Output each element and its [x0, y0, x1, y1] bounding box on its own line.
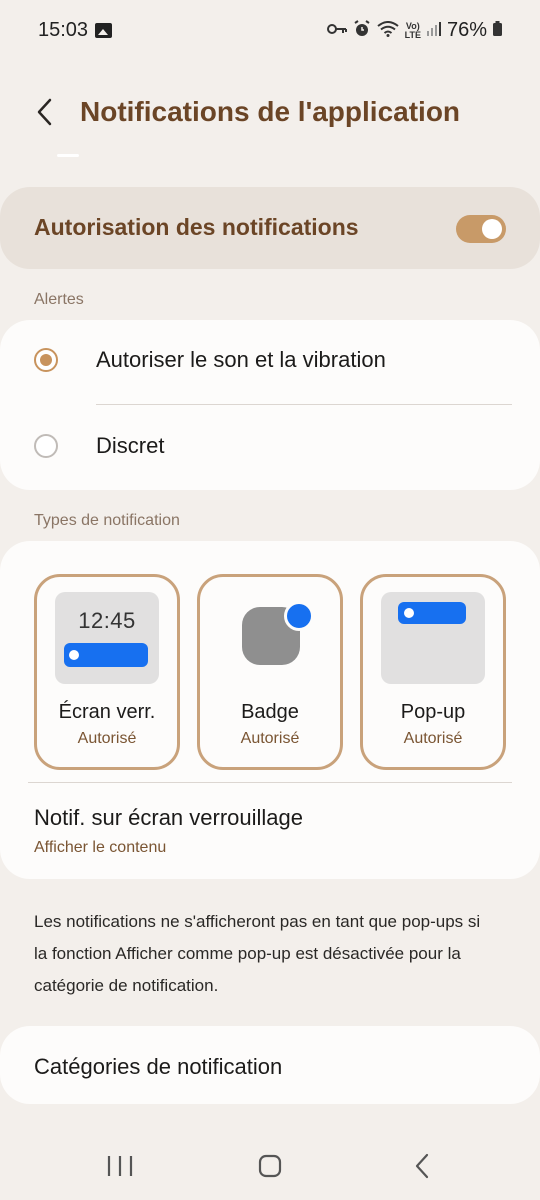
key-icon [326, 22, 347, 40]
alert-option-label: Autoriser le son et la vibration [96, 347, 386, 372]
home-button[interactable] [250, 1148, 290, 1184]
badge-dot-icon [284, 601, 314, 631]
back-button[interactable] [30, 96, 62, 128]
type-title: Badge [241, 701, 299, 723]
lock-screen-title: Notif. sur écran verrouillage [34, 805, 304, 830]
popup-preview [381, 592, 485, 684]
back-icon [415, 1153, 429, 1179]
type-title: Pop-up [400, 701, 466, 723]
image-icon [95, 23, 112, 38]
divider [96, 404, 512, 405]
radio-selected-icon[interactable] [34, 348, 58, 372]
type-title: Écran verr. [58, 701, 156, 723]
signal-icon [426, 21, 441, 40]
toggle-knob [482, 219, 502, 239]
recent-apps-button[interactable] [100, 1148, 140, 1184]
alert-option-silent[interactable]: Discret [0, 406, 540, 490]
battery-percent: 76% [446, 19, 487, 41]
lock-screen-preview: 12:45 [55, 592, 159, 684]
nav-back-button[interactable] [402, 1148, 442, 1184]
categories-label: Catégories de notification [34, 1054, 283, 1079]
preview-time: 12:45 [78, 608, 136, 633]
type-badge[interactable]: Badge Autorisé [197, 574, 343, 770]
types-section-label: Types de notification [34, 512, 180, 529]
notification-categories-row[interactable]: Catégories de notification [0, 1026, 540, 1104]
notification-bar [64, 643, 148, 667]
scroll-indicator [57, 154, 79, 157]
types-card: 12:45 Écran verr. Autorisé Badge Autoris… [0, 541, 540, 879]
divider [28, 782, 512, 783]
radio-unselected-icon[interactable] [34, 434, 58, 458]
type-popup[interactable]: Pop-up Autorisé [360, 574, 506, 770]
info-text: Les notifications ne s'afficheront pas e… [34, 912, 481, 995]
recent-apps-icon [107, 1156, 133, 1176]
navigation-bar [0, 1130, 540, 1200]
type-status: Autorisé [240, 730, 300, 747]
notifications-permission-label: Autorisation des notifications [34, 214, 359, 240]
type-status: Autorisé [403, 730, 463, 747]
page-title: Notifications de l'application [80, 96, 461, 127]
lock-screen-value: Afficher le contenu [34, 839, 167, 856]
lock-screen-notifications-row[interactable]: Notif. sur écran verrouillage Afficher l… [0, 791, 540, 879]
battery-icon [493, 21, 502, 40]
alert-option-sound-vibration[interactable]: Autoriser le son et la vibration [0, 320, 540, 404]
status-bar: 15:03 Vo) LTE 76% [0, 0, 540, 60]
notifications-toggle[interactable] [456, 215, 506, 243]
header: Notifications de l'application [0, 82, 540, 142]
alert-option-label: Discret [96, 433, 165, 458]
status-time: 15:03 [38, 19, 89, 41]
chevron-left-icon [37, 98, 52, 126]
type-lock-screen[interactable]: 12:45 Écran verr. Autorisé [34, 574, 180, 770]
type-status: Autorisé [77, 730, 137, 747]
alerts-card: Autoriser le son et la vibration Discret [0, 320, 540, 490]
notifications-permission-row[interactable]: Autorisation des notifications [0, 187, 540, 269]
alarm-icon [353, 19, 371, 42]
status-icons: Vo) LTE 76% [326, 19, 502, 42]
home-icon [258, 1154, 282, 1178]
volte-icon: Vo) LTE [404, 20, 421, 40]
popup-bar [398, 602, 466, 624]
alerts-section-label: Alertes [34, 291, 84, 308]
wifi-icon [377, 20, 399, 41]
